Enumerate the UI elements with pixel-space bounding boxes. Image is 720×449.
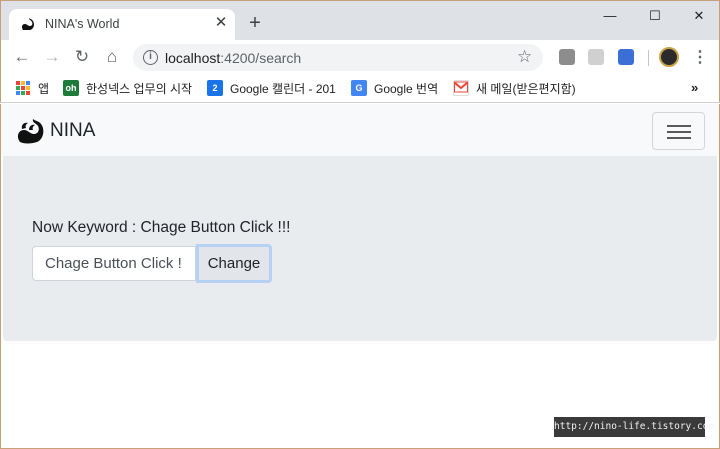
address-bar[interactable]: i localhost:4200/search ☆ <box>133 44 543 71</box>
swan-icon <box>21 18 34 30</box>
bookmark-label: Google 캘린더 - 201 <box>230 81 336 96</box>
extension-icon[interactable] <box>618 49 634 65</box>
bookmark-google-translate[interactable]: G Google 번역 <box>351 79 438 97</box>
apps-grid-icon <box>15 80 31 96</box>
page-content: NINA Now Keyword : Chage Button Click !!… <box>0 104 720 449</box>
url-text[interactable]: localhost:4200/search <box>165 50 301 66</box>
extension-icon[interactable] <box>559 49 575 65</box>
toolbar-divider <box>648 50 649 66</box>
change-button[interactable]: Change <box>196 244 272 283</box>
watermark-url: http://nino-life.tistory.com <box>554 417 714 437</box>
bookmark-label: 새 메일(받은편지함) <box>476 81 576 96</box>
gmail-icon <box>453 80 469 96</box>
new-tab-button[interactable]: + <box>245 13 265 33</box>
browser-toolbar: ← → ↻ ⌂ i localhost:4200/search ☆ ⋮ <box>0 40 720 74</box>
now-keyword-text: Now Keyword : Chage Button Click !!! <box>32 219 291 236</box>
bookmark-apps[interactable]: 앱 <box>15 79 49 97</box>
hamburger-icon <box>667 137 691 139</box>
brand-name: NINA <box>50 120 96 141</box>
home-button[interactable]: ⌂ <box>101 46 123 68</box>
search-panel: Now Keyword : Chage Button Click !!! Cha… <box>3 156 717 341</box>
maximize-button[interactable]: ☐ <box>642 5 668 27</box>
bookmark-gmail[interactable]: 새 메일(받은편지함) <box>453 79 581 97</box>
forward-button[interactable]: → <box>41 46 63 68</box>
keyword-input[interactable] <box>32 246 196 281</box>
hamburger-icon <box>667 131 691 133</box>
bookmark-label: Google 번역 <box>374 81 439 96</box>
profile-avatar[interactable] <box>659 47 679 67</box>
translate-icon: G <box>351 80 367 96</box>
reload-button[interactable]: ↻ <box>71 46 93 68</box>
bookmark-google-calendar[interactable]: 2 Google 캘린더 - 201 <box>207 79 337 97</box>
close-window-button[interactable]: ✕ <box>686 5 712 27</box>
navbar-toggler-button[interactable] <box>652 112 705 150</box>
bookmark-label: 한성넥스 업무의 시작 <box>86 81 193 96</box>
bookmark-hansungnex[interactable]: oh 한성넥스 업무의 시작 <box>63 79 195 97</box>
browser-title-bar: NINA's World ✕ + — ☐ ✕ <box>0 0 720 41</box>
browser-menu-icon[interactable]: ⋮ <box>689 47 711 69</box>
navbar-brand[interactable]: NINA <box>16 117 95 145</box>
extension-icon[interactable] <box>588 49 604 65</box>
tab-title: NINA's World <box>45 17 120 31</box>
bookmarks-bar: 앱 oh 한성넥스 업무의 시작 2 Google 캘린더 - 201 G Go… <box>0 74 720 103</box>
bookmark-star-icon[interactable]: ☆ <box>517 47 532 67</box>
navbar: NINA <box>1 104 719 156</box>
hamburger-icon <box>667 125 691 127</box>
info-icon[interactable]: i <box>143 50 158 65</box>
back-button[interactable]: ← <box>11 46 33 68</box>
browser-tab[interactable]: NINA's World ✕ <box>9 9 235 41</box>
bookmark-label: 앱 <box>38 81 50 96</box>
bookmarks-overflow-button[interactable]: » <box>691 80 698 95</box>
calendar-icon: 2 <box>207 80 223 96</box>
swan-logo-icon <box>17 119 44 144</box>
minimize-button[interactable]: — <box>597 5 623 27</box>
tab-close-icon[interactable]: ✕ <box>213 15 229 31</box>
oh-logo-icon: oh <box>63 80 79 96</box>
